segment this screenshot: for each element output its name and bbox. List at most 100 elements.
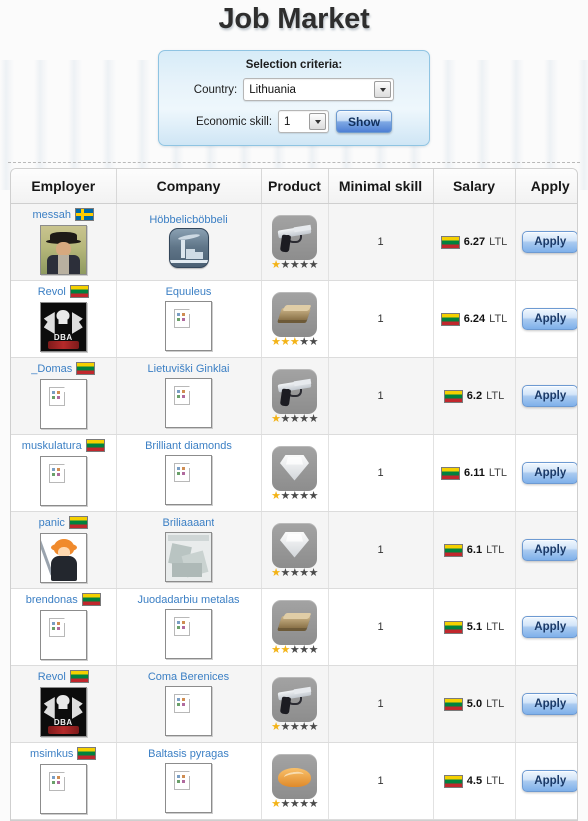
chevron-down-icon[interactable] (374, 81, 392, 98)
country-select[interactable]: Lithuania (243, 78, 395, 101)
company-link[interactable]: Baltasis pyragas (148, 748, 229, 760)
apply-button[interactable]: Apply (522, 308, 577, 330)
cell-apply: Apply (515, 280, 577, 358)
cell-apply: Apply (515, 203, 577, 281)
quality-stars: ★★★★★ (264, 797, 326, 810)
company-logo-placeholder (165, 762, 212, 813)
company-logo-placeholder (165, 685, 212, 736)
employer-avatar-placeholder (39, 610, 87, 660)
apply-button[interactable]: Apply (522, 693, 577, 715)
employer-link[interactable]: Revol (38, 671, 66, 683)
employer-avatar: DBA (39, 687, 87, 737)
economic-skill-select[interactable]: 1 (278, 110, 330, 133)
employer-link[interactable]: brendonas (26, 594, 78, 606)
star-icon: ★ (289, 643, 300, 656)
employer-link[interactable]: panic (39, 517, 65, 529)
cell-apply: Apply (515, 588, 577, 666)
employer-avatar-placeholder (39, 764, 87, 814)
star-icon: ★ (299, 258, 309, 271)
cell-employer: brendonas (11, 588, 117, 666)
apply-button[interactable]: Apply (522, 462, 577, 484)
show-button[interactable]: Show (336, 110, 393, 133)
gun-product-icon (272, 214, 317, 260)
apply-button[interactable]: Apply (522, 616, 577, 638)
gun-product-icon (272, 368, 317, 414)
cell-product: ★★★★★ (261, 357, 329, 435)
salary-amount: 6.27 (463, 236, 486, 248)
lithuania-flag-icon (443, 543, 463, 557)
lithuania-flag-icon (68, 516, 88, 529)
cell-company: Briliaaaant (116, 511, 262, 589)
broken-image-icon (174, 770, 190, 790)
company-link[interactable]: Brilliant diamonds (145, 440, 232, 452)
table-row: Revol DBA Coma Berenices ★★★★★ 1 5.0 LTL Apply (11, 665, 577, 743)
cell-apply: Apply (515, 511, 577, 589)
employer-header: Revol (13, 669, 114, 684)
cell-apply: Apply (515, 665, 577, 743)
cell-minimal-skill: 1 (328, 203, 434, 281)
gold-product-icon (272, 599, 317, 645)
economic-skill-select-value: 1 (284, 115, 291, 128)
star-icon: ★ (289, 258, 300, 271)
employer-header: messah (13, 207, 114, 222)
salary-value: 4.5 LTL (436, 774, 513, 788)
apply-button[interactable]: Apply (522, 539, 577, 561)
company-link[interactable]: Briliaaaant (163, 517, 215, 529)
table-row: Revol DBA Equuleus ★★★★★ 1 6.24 LTL Apply (11, 280, 577, 358)
cell-employer: msimkus (11, 742, 117, 820)
star-icon: ★ (308, 797, 319, 810)
salary-currency: LTL (489, 236, 508, 248)
company-link[interactable]: Lietuviški Ginklai (148, 363, 230, 375)
company-link[interactable]: Coma Berenices (148, 671, 229, 683)
star-icon: ★ (299, 335, 309, 348)
lithuania-flag-icon (77, 747, 97, 760)
employer-link[interactable]: Revol (38, 286, 66, 298)
cell-employer: Revol DBA (11, 280, 117, 358)
gold-product-icon (272, 291, 317, 337)
cell-employer: _Domas (11, 357, 117, 435)
cell-minimal-skill: 1 (328, 665, 434, 743)
star-icon: ★ (299, 412, 309, 425)
company-link[interactable]: Juodadarbiu metalas (137, 594, 239, 606)
employer-avatar (39, 225, 87, 275)
cell-employer: muskulatura (11, 434, 117, 512)
quality-stars: ★★★★★ (264, 721, 326, 732)
salary-amount: 6.11 (464, 467, 485, 479)
employer-link[interactable]: messah (32, 209, 71, 221)
chevron-down-icon[interactable] (309, 113, 327, 130)
cell-minimal-skill: 1 (328, 511, 434, 589)
cell-minimal-skill: 1 (328, 280, 434, 358)
cell-product: ★★★★★ (261, 203, 329, 281)
cell-salary: 6.27 LTL (433, 203, 516, 281)
cell-company: Baltasis pyragas (116, 742, 262, 820)
company-logo-placeholder (165, 377, 212, 428)
star-icon: ★ (280, 797, 290, 810)
apply-button[interactable]: Apply (522, 385, 577, 407)
cell-company: Juodadarbiu metalas (116, 588, 262, 666)
cell-apply: Apply (515, 434, 577, 512)
employer-link[interactable]: _Domas (31, 363, 72, 375)
lithuania-flag-icon (440, 312, 460, 326)
salary-currency: LTL (488, 467, 507, 479)
quality-stars: ★★★★★ (264, 258, 326, 271)
star-icon: ★ (289, 566, 300, 579)
salary-amount: 5.1 (466, 621, 483, 633)
broken-image-icon (174, 385, 190, 405)
salary-amount: 6.1 (466, 544, 483, 556)
economic-skill-row: Economic skill: 1 Show (165, 110, 423, 133)
star-icon: ★ (289, 797, 300, 810)
lithuania-flag-icon (443, 697, 463, 711)
salary-currency: LTL (489, 313, 508, 325)
employer-header: msimkus (13, 746, 114, 761)
company-link[interactable]: Höbbelicböbbeli (149, 214, 227, 226)
company-link[interactable]: Equuleus (166, 286, 212, 298)
employer-link[interactable]: msimkus (30, 748, 73, 760)
employer-header: Revol (13, 284, 114, 299)
star-icon: ★ (280, 643, 290, 656)
sweden-flag-icon (75, 208, 95, 221)
employer-link[interactable]: muskulatura (22, 440, 82, 452)
apply-button[interactable]: Apply (522, 770, 577, 792)
apply-button[interactable]: Apply (522, 231, 577, 253)
lithuania-flag-icon (81, 593, 101, 606)
company-logo (165, 531, 212, 582)
